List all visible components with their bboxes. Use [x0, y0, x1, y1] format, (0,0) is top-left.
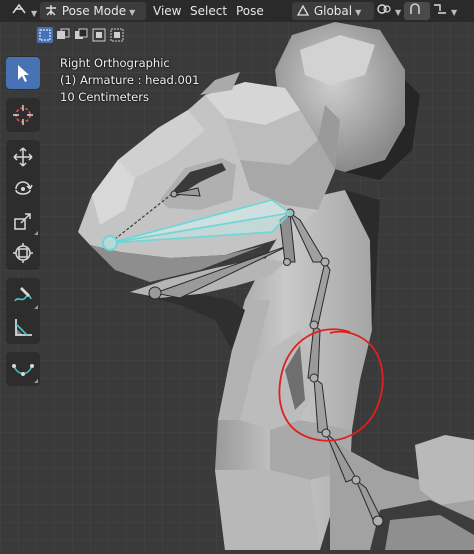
- joint-5: [309, 373, 319, 383]
- measure-icon: [15, 319, 32, 336]
- bone-eye-joint: [170, 190, 178, 198]
- mode-dropdown[interactable]: Pose Mode ▼: [40, 2, 146, 20]
- select-new-icon: [39, 29, 51, 41]
- menu-select[interactable]: Select: [186, 2, 231, 20]
- magnet-icon: [410, 3, 420, 14]
- move-icon: [13, 147, 33, 167]
- selection-info: (1) Armature : head.001: [60, 73, 200, 87]
- tool-group-annotate: [6, 278, 40, 344]
- select-subtract-button[interactable]: [73, 27, 89, 43]
- viewport-info: Right Orthographic (1) Armature : head.0…: [60, 55, 199, 106]
- tool-group-transform: [6, 140, 40, 270]
- pivot-icon: [377, 4, 391, 14]
- scale-icon: [14, 213, 31, 230]
- orientation-label: Global: [313, 4, 353, 18]
- 3d-cursor-icon: [13, 105, 33, 125]
- mode-label: Pose Mode: [61, 4, 127, 18]
- tool-cursor[interactable]: [6, 99, 40, 131]
- tool-group-select: [6, 56, 40, 90]
- select-subtract-icon: [75, 28, 88, 39]
- viewport-header: ▼ Pose Mode ▼ View Select Pose Global ▼ ▼ …: [0, 0, 474, 22]
- joint-2: [283, 258, 291, 266]
- select-cursor-icon: [18, 65, 29, 82]
- select-invert-icon: [92, 28, 106, 42]
- select-intersect-button[interactable]: [109, 27, 125, 43]
- orientation-icon: [296, 4, 310, 16]
- menu-view[interactable]: View: [149, 2, 185, 20]
- transform-icon: [13, 243, 33, 263]
- joint-8: [372, 515, 384, 527]
- joint-6: [321, 428, 331, 438]
- snap-target-dropdown[interactable]: ▼: [428, 2, 461, 20]
- tool-shelf: [6, 56, 40, 394]
- transform-orientation-dropdown[interactable]: Global ▼: [292, 2, 374, 20]
- view-name: Right Orthographic: [60, 56, 170, 70]
- select-invert-button[interactable]: [91, 27, 107, 43]
- joint-7: [351, 475, 361, 485]
- tool-group-pose: [6, 352, 40, 386]
- tool-group-cursor: [6, 98, 40, 132]
- tool-move[interactable]: [6, 141, 40, 173]
- select-new-button[interactable]: [37, 27, 53, 43]
- 3d-view-icon: [12, 3, 26, 14]
- pose-curve-icon: [12, 364, 34, 376]
- joint-3: [320, 257, 330, 267]
- tool-measure[interactable]: [6, 311, 40, 343]
- annotate-pencil-icon: [14, 287, 32, 302]
- select-extend-icon: [57, 28, 70, 39]
- bone-jaw-joint: [148, 286, 162, 300]
- tool-scale[interactable]: [6, 205, 40, 237]
- joint-4: [309, 320, 319, 330]
- select-extend-button[interactable]: [55, 27, 71, 43]
- pose-mode-icon: [46, 5, 56, 16]
- pivot-point-dropdown[interactable]: ▼: [372, 2, 405, 20]
- tool-annotate[interactable]: [6, 279, 40, 311]
- rotate-icon: [15, 181, 33, 195]
- menu-pose[interactable]: Pose: [232, 2, 268, 20]
- select-intersect-icon: [110, 28, 124, 42]
- editor-type-button[interactable]: ▼: [6, 2, 41, 20]
- scale-info: 10 Centimeters: [60, 90, 149, 104]
- bone-head-active-joint: [102, 235, 118, 251]
- tool-transform[interactable]: [6, 237, 40, 269]
- tool-select-box[interactable]: [6, 57, 40, 89]
- snap-toggle[interactable]: [404, 2, 430, 20]
- tool-rotate[interactable]: [6, 173, 40, 205]
- tool-pose-tweak[interactable]: [6, 353, 40, 385]
- snap-target-icon: [434, 4, 446, 14]
